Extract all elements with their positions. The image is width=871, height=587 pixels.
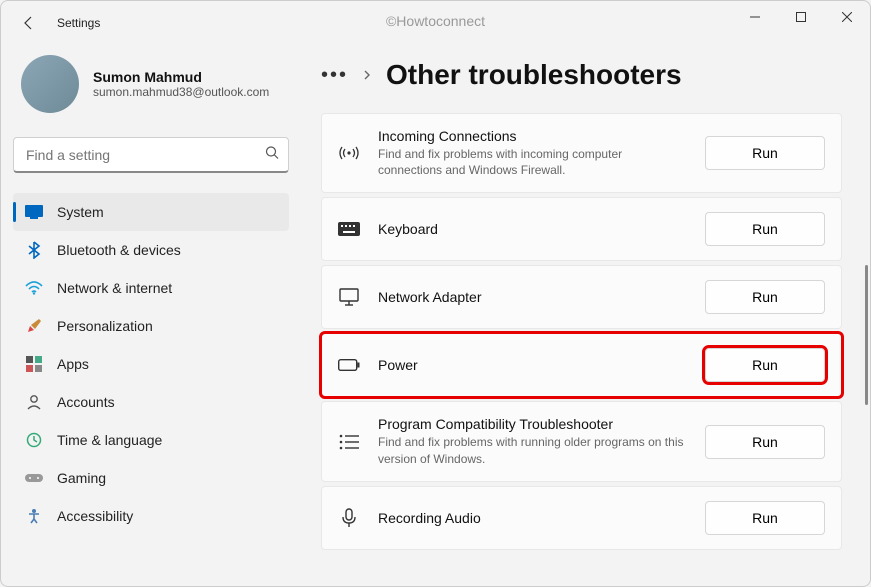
scrollbar-thumb[interactable] [865,265,868,405]
chevron-right-icon [362,67,372,83]
titlebar: Settings ©Howtoconnect [1,1,870,45]
profile-name: Sumon Mahmud [93,69,269,85]
wifi-icon [25,279,43,297]
card-body: Keyboard [378,221,687,237]
card-body: Program Compatibility Troubleshooter Fin… [378,416,687,466]
profile[interactable]: Sumon Mahmud sumon.mahmud38@outlook.com [13,45,289,137]
sidebar-item-label: Accounts [57,394,115,410]
avatar [21,55,79,113]
sidebar-item-label: Time & language [57,432,162,448]
app-title: Settings [57,16,100,30]
mic-icon [338,508,360,528]
troubleshooter-card-keyboard: Keyboard Run [321,197,842,261]
troubleshooter-card-incoming-connections: Incoming Connections Find and fix proble… [321,113,842,193]
monitor-icon [338,288,360,306]
run-button[interactable]: Run [705,280,825,314]
system-icon [25,203,43,221]
accessibility-icon [25,507,43,525]
card-title: Program Compatibility Troubleshooter [378,416,687,432]
sidebar-item-network-internet[interactable]: Network & internet [13,269,289,307]
sidebar-item-bluetooth-devices[interactable]: Bluetooth & devices [13,231,289,269]
run-button[interactable]: Run [705,136,825,170]
card-title: Network Adapter [378,289,687,305]
nav-list: System Bluetooth & devices Network & inter… [13,193,289,535]
troubleshooter-card-power: Power Run [321,333,842,397]
accounts-icon [25,393,43,411]
card-title: Power [378,357,687,373]
sidebar: Sumon Mahmud sumon.mahmud38@outlook.com … [1,45,301,586]
card-title: Incoming Connections [378,128,687,144]
run-button[interactable]: Run [705,501,825,535]
sidebar-item-accounts[interactable]: Accounts [13,383,289,421]
troubleshooter-card-recording-audio: Recording Audio Run [321,486,842,550]
sidebar-item-personalization[interactable]: Personalization [13,307,289,345]
card-desc: Find and fix problems with incoming comp… [378,146,687,178]
profile-email: sumon.mahmud38@outlook.com [93,85,269,99]
sidebar-item-label: Apps [57,356,89,372]
sidebar-item-label: Bluetooth & devices [57,242,181,258]
card-desc: Find and fix problems with running older… [378,434,687,466]
card-body: Recording Audio [378,510,687,526]
list-icon [338,434,360,450]
card-title: Recording Audio [378,510,687,526]
sidebar-item-label: Network & internet [57,280,172,296]
apps-icon [25,355,43,373]
card-body: Power [378,357,687,373]
battery-icon [338,359,360,371]
run-button[interactable]: Run [705,425,825,459]
sidebar-item-label: Accessibility [57,508,133,524]
sidebar-item-accessibility[interactable]: Accessibility [13,497,289,535]
search-icon [265,146,279,165]
page-title: Other troubleshooters [386,59,682,91]
gaming-icon [25,469,43,487]
sidebar-item-apps[interactable]: Apps [13,345,289,383]
troubleshooter-card-program-compatibility-troubleshooter: Program Compatibility Troubleshooter Fin… [321,401,842,481]
run-button[interactable]: Run [705,348,825,382]
sidebar-item-label: System [57,204,104,220]
keyboard-icon [338,222,360,236]
sidebar-item-gaming[interactable]: Gaming [13,459,289,497]
run-button[interactable]: Run [705,212,825,246]
breadcrumb-more-icon[interactable]: ••• [321,64,348,87]
maximize-button[interactable] [778,1,824,33]
watermark: ©Howtoconnect [386,13,485,29]
search-wrap [13,137,289,173]
bluetooth-icon [25,241,43,259]
minimize-button[interactable] [732,1,778,33]
card-body: Incoming Connections Find and fix proble… [378,128,687,178]
troubleshooter-card-network-adapter: Network Adapter Run [321,265,842,329]
content: ••• Other troubleshooters Incoming Conne… [301,45,870,586]
broadcast-icon [338,145,360,161]
search-input[interactable] [13,137,289,173]
personalization-icon [25,317,43,335]
close-button[interactable] [824,1,870,33]
sidebar-item-time-language[interactable]: Time & language [13,421,289,459]
card-title: Keyboard [378,221,687,237]
breadcrumb: ••• Other troubleshooters [321,59,842,91]
card-body: Network Adapter [378,289,687,305]
sidebar-item-label: Personalization [57,318,153,334]
time-icon [25,431,43,449]
back-button[interactable] [13,7,45,39]
window-controls [732,1,870,33]
sidebar-item-system[interactable]: System [13,193,289,231]
troubleshooter-list: Incoming Connections Find and fix proble… [321,113,842,550]
sidebar-item-label: Gaming [57,470,106,486]
